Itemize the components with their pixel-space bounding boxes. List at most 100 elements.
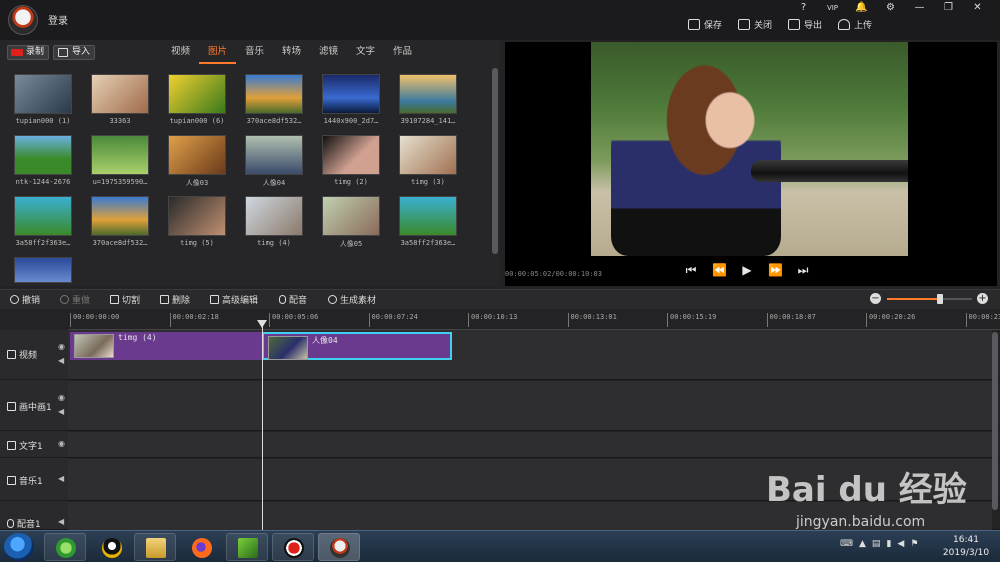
battery-icon[interactable]: ▮ [886, 539, 891, 549]
undo-button[interactable]: 撤销 [10, 293, 40, 306]
import-button[interactable]: 导入 [53, 45, 95, 60]
gear-icon[interactable]: ⚙ [876, 1, 905, 15]
taskbar-app[interactable] [90, 533, 132, 561]
dub-track-label: 配音1 [7, 517, 41, 530]
thumbnail-image [14, 196, 72, 236]
timeline-playhead[interactable] [257, 320, 267, 530]
vip-icon[interactable]: VIP [818, 1, 847, 15]
media-thumbnail[interactable]: ntk-1244-2676 [6, 135, 80, 186]
media-thumbnail[interactable]: 370ace8df532… [237, 74, 311, 125]
preview-subject [611, 62, 781, 256]
text-track-icon [7, 441, 16, 450]
dub-button[interactable]: 配音 [279, 293, 307, 306]
tab-transitions[interactable]: 转场 [273, 40, 310, 64]
step-forward-icon[interactable]: ⏩ [768, 263, 783, 277]
media-thumbnail[interactable]: 人像03 [160, 135, 234, 188]
eye-icon[interactable]: ◉ [58, 439, 65, 448]
cut-button[interactable]: 切割 [110, 293, 140, 306]
taskbar-app[interactable] [272, 533, 314, 561]
taskbar-app[interactable] [44, 533, 86, 561]
close-window-icon[interactable]: ✕ [963, 1, 992, 15]
system-clock[interactable]: 16:41 2019/3/10 [936, 534, 996, 560]
music-lane[interactable] [68, 459, 992, 500]
media-thumbnail[interactable]: timg (3) [391, 135, 465, 186]
refresh-app-icon [56, 538, 76, 558]
media-scrollbar-thumb[interactable] [492, 68, 498, 254]
media-thumbnail[interactable]: 3a58ff2f363e… [6, 196, 80, 247]
tray-arrow-icon[interactable]: ▲ [859, 539, 866, 549]
eye-icon[interactable]: ◉ [58, 342, 65, 351]
media-scrollbar[interactable] [492, 68, 498, 254]
step-back-icon[interactable]: ⏪ [712, 263, 727, 277]
zoom-slider[interactable] [887, 294, 972, 304]
volume-icon[interactable]: ◀ [897, 539, 904, 549]
record-button[interactable]: 录制 [7, 45, 49, 60]
media-thumbnail[interactable]: 39107284_141… [391, 74, 465, 125]
timeline-ruler[interactable]: 00:00:00:00 00:00:02:18 00:00:05:06 00:00:0… [68, 310, 1000, 330]
playhead-handle[interactable] [257, 320, 267, 328]
timeline-clip-selected[interactable]: 人像04 [262, 332, 452, 360]
taskbar-app[interactable] [134, 533, 176, 561]
media-thumbnail[interactable]: timg (5) [160, 196, 234, 247]
tab-text[interactable]: 文字 [347, 40, 384, 64]
speaker-icon[interactable]: ◀ [58, 407, 64, 416]
project-actions: 保存 关闭 导出 上传 [687, 18, 872, 31]
delete-button[interactable]: 删除 [160, 293, 190, 306]
close-project-button[interactable]: 关闭 [737, 18, 772, 31]
app-logo-icon[interactable] [8, 5, 38, 35]
tab-works[interactable]: 作品 [384, 40, 421, 64]
taskbar-app[interactable] [180, 533, 222, 561]
maximize-icon[interactable]: ❐ [934, 1, 963, 15]
tab-music[interactable]: 音乐 [236, 40, 273, 64]
play-icon[interactable]: ▶ [740, 263, 754, 277]
video-lane[interactable]: timg (4) 人像04 [68, 330, 992, 379]
export-button[interactable]: 导出 [787, 18, 822, 31]
network-icon[interactable]: ▤ [872, 539, 881, 549]
skip-end-icon[interactable]: ⏭ [796, 263, 810, 277]
keyboard-icon[interactable]: ⌨ [840, 539, 853, 549]
zoom-out-icon[interactable]: − [870, 293, 881, 304]
media-thumbnail[interactable]: 人像05 [314, 196, 388, 249]
eye-icon[interactable]: ◉ [58, 393, 65, 402]
speaker-icon[interactable]: ◀ [58, 356, 64, 365]
start-button[interactable] [4, 533, 34, 561]
bell-icon[interactable]: 🔔 [847, 1, 876, 15]
media-thumbnail[interactable]: timg (2) [314, 135, 388, 186]
tab-images[interactable]: 图片 [199, 40, 236, 64]
flag-icon[interactable]: ⚑ [910, 539, 918, 549]
login-link[interactable]: 登录 [48, 12, 68, 27]
timeline-clip[interactable]: timg (4) [70, 332, 262, 360]
media-thumbnail[interactable] [6, 257, 80, 283]
zoom-in-icon[interactable]: + [977, 293, 988, 304]
upload-button[interactable]: 上传 [837, 18, 872, 31]
media-thumbnail[interactable]: 33363 [83, 74, 157, 125]
taskbar-app[interactable] [226, 533, 268, 561]
speaker-icon[interactable]: ◀ [58, 517, 64, 526]
advanced-edit-button[interactable]: 高级编辑 [210, 293, 258, 306]
media-thumbnail[interactable]: 1440x900_2d7… [314, 74, 388, 125]
tab-video[interactable]: 视频 [162, 40, 199, 64]
media-thumbnail[interactable]: timg (4) [237, 196, 311, 247]
generate-material-button[interactable]: 生成素材 [328, 293, 376, 306]
dub-lane[interactable] [68, 502, 992, 530]
redo-button[interactable]: 重做 [60, 293, 90, 306]
save-button[interactable]: 保存 [687, 18, 722, 31]
help-icon[interactable]: ? [789, 1, 818, 15]
media-thumbnail[interactable]: 3a58ff2f363e… [391, 196, 465, 247]
media-thumbnail[interactable]: tupian000 (6) [160, 74, 234, 125]
media-thumbnail[interactable]: u=1975359590… [83, 135, 157, 186]
skip-start-icon[interactable]: ⏮ [684, 263, 698, 277]
media-thumbnail[interactable]: 370ace8df532… [83, 196, 157, 247]
text-lane[interactable] [68, 432, 992, 457]
media-thumbnail[interactable]: tupian000 (1) [6, 74, 80, 125]
speaker-icon[interactable]: ◀ [58, 474, 64, 483]
taskbar-app-active[interactable] [318, 533, 360, 561]
tab-filters[interactable]: 滤镜 [310, 40, 347, 64]
pip-lane[interactable] [68, 381, 992, 430]
ruler-tick: 00:00:07:24 [368, 313, 418, 327]
zoom-slider-knob[interactable] [936, 294, 943, 304]
thumbnail-label: tupian000 (6) [169, 117, 225, 125]
media-thumbnail[interactable]: 人像04 [237, 135, 311, 188]
timeline-scrollbar[interactable] [992, 332, 998, 510]
minimize-icon[interactable]: — [905, 1, 934, 15]
